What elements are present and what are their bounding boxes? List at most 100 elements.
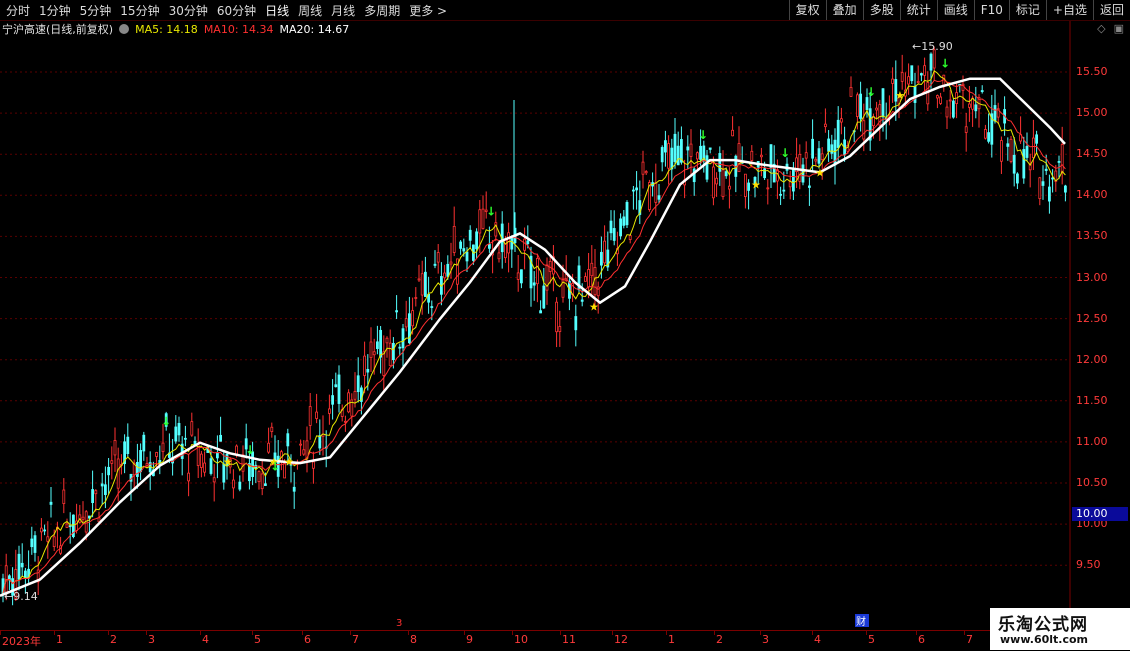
tool-button-0[interactable]: 复权 [788,0,826,20]
period-tab-5[interactable]: 60分钟 [217,2,261,19]
tool-button-3[interactable]: 统计 [899,0,937,20]
ma5-value: MA5: 14.18 [135,22,198,36]
period-tab-10[interactable]: 更多 > [409,2,452,19]
candle-body [1041,181,1045,186]
candle-body [1060,144,1064,174]
candle-body [532,282,536,286]
candle-body [209,458,213,474]
candle-body [827,138,830,152]
candle-body [174,426,178,442]
candle-body [231,479,235,489]
sell-arrow-marker: ↓ [940,56,950,70]
tool-button-7[interactable]: +自选 [1045,0,1093,20]
candle-body [23,570,27,579]
tool-button-1[interactable]: 叠加 [825,0,863,20]
candle-body [190,421,194,436]
time-label: 7 [352,633,359,646]
layout-icon[interactable]: ▣ [1114,22,1124,35]
sell-arrow-marker: ↓ [698,128,708,142]
tool-button-8[interactable]: 返回 [1092,0,1130,20]
period-tab-1[interactable]: 1分钟 [39,2,76,19]
candle-body [107,466,110,476]
candle-body [1051,177,1054,180]
candle-body [686,146,690,151]
candle-body [395,310,399,313]
candle-body [1016,173,1019,184]
candle-body [622,216,626,226]
tool-button-2[interactable]: 多股 [862,0,900,20]
diamond-icon[interactable]: ◇ [1097,22,1105,35]
period-tab-7[interactable]: 周线 [298,2,327,19]
period-tab-4[interactable]: 30分钟 [169,2,213,19]
candle-body [65,523,69,528]
candle-body [849,87,853,97]
ma20-line [0,77,1066,597]
candle-body [580,299,584,302]
candle-body [817,148,821,164]
period-tab-3[interactable]: 15分钟 [120,2,164,19]
candle-body [881,88,885,118]
candle-body [628,235,632,240]
candle-body [705,155,709,180]
candle-body [62,489,66,504]
candle-body [308,406,312,426]
candle-body [625,201,629,226]
period-tab-0[interactable]: 分时 [6,2,35,19]
price-axis: 15.50 15.00 14.50 14.00 13.50 13.00 12.50 12.00… [1070,38,1130,608]
candle-body [1038,177,1042,199]
period-tab-9[interactable]: 多周期 [364,2,405,19]
candle-body [865,97,869,111]
candle-body [993,105,997,122]
finance-marker: 财 [856,615,866,628]
candle-body [641,161,645,175]
price-tick: 14.50 [1076,147,1108,161]
candle-body [443,272,447,279]
candle-body [520,269,523,284]
candle-body [689,143,693,157]
buy-star-marker: ★ [751,179,761,192]
candle-body [779,193,782,196]
candle-body [353,391,357,400]
candle-body [161,442,165,452]
candle-body [267,442,271,453]
kline-chart[interactable]: ★ ★ ★★★★★↓↓↓↓↓↓↓↓←15.90←9.143 财 [0,0,1130,650]
candle-body [286,433,290,447]
candle-body [558,326,562,332]
settings-icon[interactable] [119,24,130,34]
candle-body [401,328,405,349]
sell-arrow-marker: ↓ [486,205,496,219]
candle-body [199,453,203,468]
candle-body [187,472,191,482]
candle-body [987,132,990,142]
candle-body [1009,138,1013,162]
period-tab-8[interactable]: 月线 [331,2,360,19]
candle-body [900,72,904,82]
candle-body [375,341,379,349]
candle-body [574,316,578,331]
candle-body [20,562,24,568]
candle-body [654,182,658,203]
candle-body [824,123,827,128]
period-tab-2[interactable]: 5分钟 [80,2,117,19]
sell-arrow-marker: ↓ [866,85,876,99]
candle-body [481,208,485,229]
candle-body [728,185,731,190]
candle-body [110,460,114,464]
candle-body [43,529,46,532]
tool-button-5[interactable]: F10 [973,0,1009,20]
candle-body [964,126,968,133]
tool-button-4[interactable]: 画线 [936,0,974,20]
tool-buttons: 复权 叠加 多股 统计 画线 F10 标记 +自选 返回 [788,0,1130,20]
buy-star-marker: ★ [815,166,825,179]
buy-star-marker: ★ [284,455,294,468]
candle-body [1012,154,1016,174]
candle-body [430,306,434,308]
tool-button-6[interactable]: 标记 [1008,0,1046,20]
candle-body [113,440,117,456]
candle-body [420,273,424,296]
period-tab-6[interactable]: 日线 [265,2,294,19]
candle-body [404,318,408,328]
candle-body [724,171,728,177]
price-tick: 9.50 [1076,558,1101,572]
candle-body [859,93,862,119]
